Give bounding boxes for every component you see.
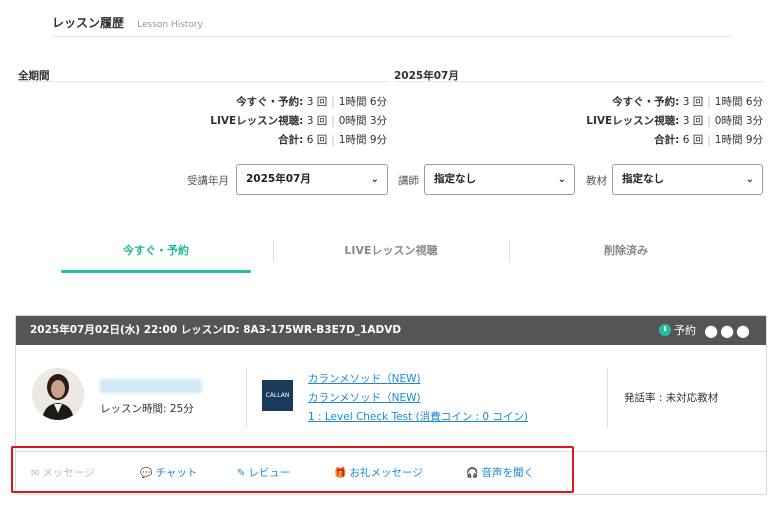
stat-count: 3 回 bbox=[306, 115, 328, 127]
page-title: レッスン履歴 bbox=[52, 16, 125, 30]
lesson-card-header: 2025年07月02日(水) 22:00 レッスンID: 8A3-175WR-B… bbox=[16, 316, 766, 345]
column-divider bbox=[607, 368, 608, 428]
period-month-title: 2025年07月 bbox=[394, 70, 459, 82]
material-links: カランメソッド（NEW) カランメソッド（NEW) 1 : Level Chec… bbox=[308, 370, 528, 427]
stat-label: 合計 bbox=[278, 134, 300, 146]
period-all-title: 全期間 bbox=[18, 70, 50, 82]
stat-count: 3 回 bbox=[682, 96, 704, 108]
tab-live[interactable]: LIVEレッスン視聴 bbox=[274, 237, 508, 275]
teacher-select-value: 指定なし bbox=[434, 173, 476, 185]
month-select-value: 2025年07月 bbox=[246, 173, 311, 185]
textbook-icon: CALLAN bbox=[262, 380, 293, 411]
month-select[interactable]: 2025年07月 ⌄ bbox=[236, 164, 388, 195]
chevron-down-icon: ⌄ bbox=[745, 174, 754, 185]
chevron-down-icon: ⌄ bbox=[370, 174, 379, 185]
stat-time: 0時間 3分 bbox=[714, 115, 763, 127]
stat-time: 1時間 6分 bbox=[338, 96, 387, 108]
material-link[interactable]: カランメソッド（NEW) bbox=[308, 370, 528, 389]
stat-row: 合計: 6 回 | 1時間 9分 bbox=[654, 134, 763, 146]
material-select-value: 指定なし bbox=[622, 173, 664, 185]
month-filter-label: 受講年月 bbox=[187, 175, 229, 187]
filter-bar: 受講年月 2025年07月 ⌄ 講師 指定なし ⌄ 教材 指定なし ⌄ bbox=[0, 164, 780, 196]
stat-label: LIVEレッスン視聴 bbox=[586, 115, 676, 127]
stat-row: LIVEレッスン視聴: 3 回 | 0時間 3分 bbox=[586, 115, 763, 127]
stat-label: 今すぐ・予約 bbox=[236, 96, 300, 108]
page-header: レッスン履歴 Lesson History bbox=[52, 12, 732, 37]
teacher-select[interactable]: 指定なし ⌄ bbox=[424, 164, 575, 195]
page-subtitle: Lesson History bbox=[137, 20, 203, 30]
stat-row: LIVEレッスン視聴: 3 回 | 0時間 3分 bbox=[210, 115, 387, 127]
teacher-name-link[interactable] bbox=[100, 379, 202, 393]
stats-month: 今すぐ・予約: 3 回 | 1時間 6分 LIVEレッスン視聴: 3 回 | 0時間 3… bbox=[394, 93, 763, 150]
speak-rate: 発話率 : 未対応教材 bbox=[624, 392, 719, 404]
chevron-down-icon: ⌄ bbox=[557, 174, 566, 185]
lesson-tabs: 今すぐ・予約 LIVEレッスン視聴 削除済み bbox=[40, 237, 740, 277]
stats-all: 今すぐ・予約: 3 回 | 1時間 6分 LIVEレッスン視聴: 3 回 | 0時間 3… bbox=[18, 93, 387, 150]
status-badge: 予約 bbox=[659, 316, 696, 345]
lesson-header-text: 2025年07月02日(水) 22:00 レッスンID: 8A3-175WR-B… bbox=[30, 324, 402, 336]
stat-count: 6 回 bbox=[682, 134, 704, 146]
annotation-highlight-box bbox=[11, 446, 574, 493]
clock-icon bbox=[659, 324, 671, 336]
tab-deleted[interactable]: 削除済み bbox=[510, 237, 742, 275]
stat-label: 今すぐ・予約 bbox=[612, 96, 676, 108]
avatar-image bbox=[32, 368, 84, 420]
stat-time: 1時間 6分 bbox=[714, 96, 763, 108]
teacher-avatar[interactable] bbox=[32, 368, 84, 420]
lesson-unit-link[interactable]: 1 : Level Check Test (消費コイン : 0 コイン) bbox=[308, 408, 528, 427]
status-text: 予約 bbox=[674, 324, 696, 337]
stat-time: 1時間 9分 bbox=[714, 134, 763, 146]
stat-count: 6 回 bbox=[306, 134, 328, 146]
more-menu-button[interactable]: ●●● bbox=[704, 316, 752, 345]
stat-row: 合計: 6 回 | 1時間 9分 bbox=[278, 134, 387, 146]
material-link[interactable]: カランメソッド（NEW) bbox=[308, 389, 528, 408]
stat-row: 今すぐ・予約: 3 回 | 1時間 6分 bbox=[612, 96, 763, 108]
period-month: 2025年07月 bbox=[394, 64, 764, 82]
teacher-filter-label: 講師 bbox=[398, 175, 419, 187]
stat-row: 今すぐ・予約: 3 回 | 1時間 6分 bbox=[236, 96, 387, 108]
stat-count: 3 回 bbox=[306, 96, 328, 108]
material-select[interactable]: 指定なし ⌄ bbox=[612, 164, 763, 195]
period-all: 全期間 bbox=[18, 64, 390, 82]
stat-label: 合計 bbox=[654, 134, 676, 146]
column-divider bbox=[246, 368, 247, 428]
lesson-duration: レッスン時間: 25分 bbox=[100, 403, 194, 415]
stat-time: 0時間 3分 bbox=[338, 115, 387, 127]
stat-time: 1時間 9分 bbox=[338, 134, 387, 146]
stat-count: 3 回 bbox=[682, 115, 704, 127]
material-filter-label: 教材 bbox=[586, 175, 607, 187]
active-tab-indicator bbox=[61, 270, 251, 273]
stat-label: LIVEレッスン視聴 bbox=[210, 115, 300, 127]
